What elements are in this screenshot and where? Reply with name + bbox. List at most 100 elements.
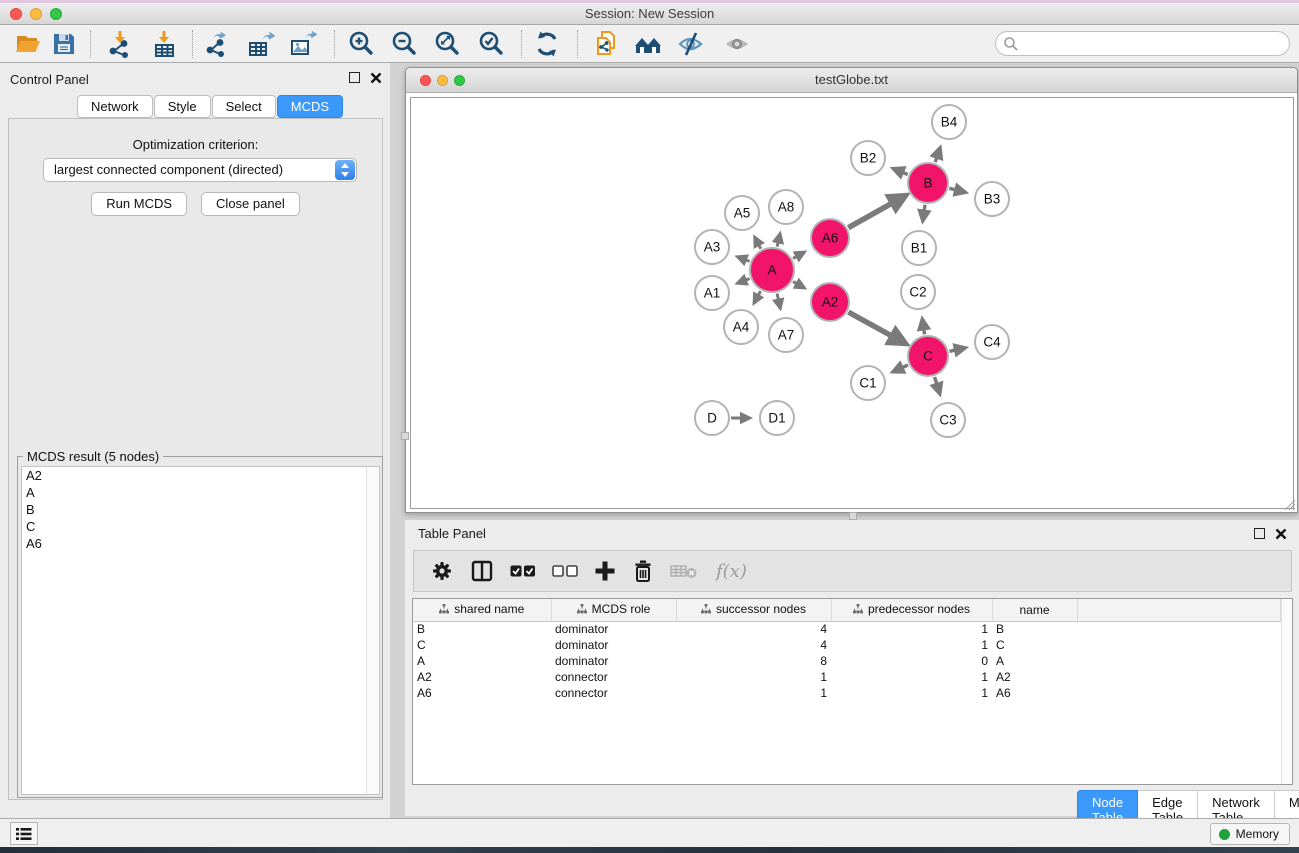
search-input[interactable] bbox=[1022, 33, 1282, 54]
minimize-window-button[interactable] bbox=[30, 8, 42, 20]
graph-node-A2[interactable]: A2 bbox=[811, 283, 849, 321]
graph-node-B3[interactable]: B3 bbox=[975, 182, 1009, 216]
result-scrollbar[interactable] bbox=[366, 467, 379, 794]
table-cell[interactable]: B bbox=[413, 621, 551, 637]
table-cell[interactable]: 1 bbox=[676, 669, 831, 685]
deselect-all-icon[interactable] bbox=[552, 564, 578, 578]
column-header-predecessor-nodes[interactable]: predecessor nodes bbox=[831, 599, 992, 621]
result-item[interactable]: B bbox=[22, 501, 379, 518]
table-cell[interactable]: 1 bbox=[676, 685, 831, 701]
graph-node-A[interactable]: A bbox=[750, 248, 794, 292]
table-row[interactable]: Adominator80A bbox=[413, 653, 1281, 669]
graph-edge-A-A8[interactable] bbox=[777, 233, 780, 246]
show-all-icon[interactable] bbox=[722, 30, 750, 58]
close-panel-button[interactable]: Close panel bbox=[201, 192, 300, 216]
table-cell[interactable]: A2 bbox=[992, 669, 1077, 685]
graph-edge-A-A5[interactable] bbox=[755, 237, 761, 249]
graph-edge-C-C2[interactable] bbox=[922, 319, 924, 335]
table-cell[interactable]: connector bbox=[551, 685, 676, 701]
table-row[interactable]: A6connector11A6 bbox=[413, 685, 1281, 701]
float-table-panel-icon[interactable] bbox=[1254, 528, 1265, 539]
graph-node-B[interactable]: B bbox=[908, 163, 948, 203]
delete-column-trash-icon[interactable] bbox=[632, 559, 654, 583]
run-mcds-button[interactable]: Run MCDS bbox=[91, 192, 187, 216]
graph-edge-A-A6[interactable] bbox=[793, 252, 805, 258]
graph-node-C[interactable]: C bbox=[908, 336, 948, 376]
home-icon[interactable] bbox=[633, 30, 661, 58]
table-cell[interactable]: A6 bbox=[992, 685, 1077, 701]
zoom-network-window-button[interactable] bbox=[454, 75, 465, 86]
refresh-view-icon[interactable] bbox=[533, 30, 561, 58]
table-cell[interactable]: A bbox=[413, 653, 551, 669]
graph-edge-A-A1[interactable] bbox=[737, 279, 749, 284]
show-columns-icon[interactable] bbox=[470, 559, 494, 583]
result-item[interactable]: A2 bbox=[22, 467, 379, 484]
graph-node-B2[interactable]: B2 bbox=[851, 141, 885, 175]
import-table-icon[interactable] bbox=[152, 30, 180, 58]
graph-node-C3[interactable]: C3 bbox=[931, 403, 965, 437]
graph-node-A4[interactable]: A4 bbox=[724, 310, 758, 344]
horizontal-splitter-handle[interactable] bbox=[849, 512, 857, 520]
graph-node-A6[interactable]: A6 bbox=[811, 219, 849, 257]
tab-mcds[interactable]: MCDS bbox=[277, 95, 343, 118]
graph-node-B4[interactable]: B4 bbox=[932, 105, 966, 139]
minimize-network-window-button[interactable] bbox=[437, 75, 448, 86]
column-header-name[interactable]: name bbox=[992, 599, 1077, 621]
zoom-out-icon[interactable] bbox=[390, 30, 418, 58]
task-history-button[interactable] bbox=[10, 822, 38, 845]
table-row[interactable]: A2connector11A2 bbox=[413, 669, 1281, 685]
save-session-icon[interactable] bbox=[50, 30, 78, 58]
table-cell[interactable]: 1 bbox=[831, 621, 992, 637]
graph-node-A5[interactable]: A5 bbox=[725, 196, 759, 230]
table-cell[interactable]: 4 bbox=[676, 637, 831, 653]
tab-network[interactable]: Network bbox=[77, 95, 153, 118]
table-cell[interactable]: A bbox=[992, 653, 1077, 669]
graph-edge-A-A3[interactable] bbox=[737, 257, 749, 262]
graph-edge-A-A4[interactable] bbox=[754, 291, 761, 303]
export-network-icon[interactable] bbox=[204, 30, 232, 58]
graph-edge-A2-C[interactable] bbox=[848, 312, 906, 344]
table-cell[interactable]: 1 bbox=[831, 685, 992, 701]
table-cell[interactable]: A6 bbox=[413, 685, 551, 701]
function-builder-icon[interactable]: f(x) bbox=[716, 561, 747, 582]
export-table-icon[interactable] bbox=[247, 30, 275, 58]
table-settings-gear-icon[interactable] bbox=[430, 559, 454, 583]
graph-edge-C-C3[interactable] bbox=[935, 377, 940, 394]
tab-style[interactable]: Style bbox=[154, 95, 211, 118]
delete-table-icon[interactable] bbox=[670, 562, 698, 580]
column-header-MCDS-role[interactable]: MCDS role bbox=[551, 599, 676, 621]
graph-node-C4[interactable]: C4 bbox=[975, 325, 1009, 359]
graph-node-A7[interactable]: A7 bbox=[769, 318, 803, 352]
open-session-icon[interactable] bbox=[14, 30, 42, 58]
result-item[interactable]: A bbox=[22, 484, 379, 501]
table-cell[interactable]: dominator bbox=[551, 637, 676, 653]
column-header-shared-name[interactable]: shared name bbox=[413, 599, 551, 621]
optimization-select[interactable]: largest connected component (directed) bbox=[43, 158, 357, 182]
table-cell[interactable]: 8 bbox=[676, 653, 831, 669]
close-panel-icon[interactable] bbox=[370, 72, 382, 84]
create-column-plus-icon[interactable] bbox=[594, 560, 616, 582]
graph-node-D[interactable]: D bbox=[695, 401, 729, 435]
table-row[interactable]: Cdominator41C bbox=[413, 637, 1281, 653]
zoom-fit-icon[interactable] bbox=[433, 30, 461, 58]
result-item[interactable]: C bbox=[22, 518, 379, 535]
memory-button[interactable]: Memory bbox=[1210, 823, 1290, 845]
result-item[interactable]: A6 bbox=[22, 535, 379, 552]
table-cell[interactable]: C bbox=[992, 637, 1077, 653]
hide-selected-icon[interactable] bbox=[676, 30, 704, 58]
tab-select[interactable]: Select bbox=[212, 95, 276, 118]
table-cell[interactable]: 1 bbox=[831, 669, 992, 685]
zoom-window-button[interactable] bbox=[50, 8, 62, 20]
graph-edge-A-A2[interactable] bbox=[793, 282, 805, 288]
graph-node-C2[interactable]: C2 bbox=[901, 275, 935, 309]
close-network-window-button[interactable] bbox=[420, 75, 431, 86]
graph-edge-A-A7[interactable] bbox=[777, 294, 780, 309]
network-window-titlebar[interactable]: testGlobe.txt bbox=[406, 68, 1297, 93]
zoom-selected-icon[interactable] bbox=[477, 30, 505, 58]
import-network-icon[interactable] bbox=[106, 30, 134, 58]
zoom-in-icon[interactable] bbox=[347, 30, 375, 58]
graph-edge-B-B2[interactable] bbox=[893, 168, 908, 174]
table-cell[interactable]: dominator bbox=[551, 621, 676, 637]
close-window-button[interactable] bbox=[10, 8, 22, 20]
graph-node-A8[interactable]: A8 bbox=[769, 190, 803, 224]
